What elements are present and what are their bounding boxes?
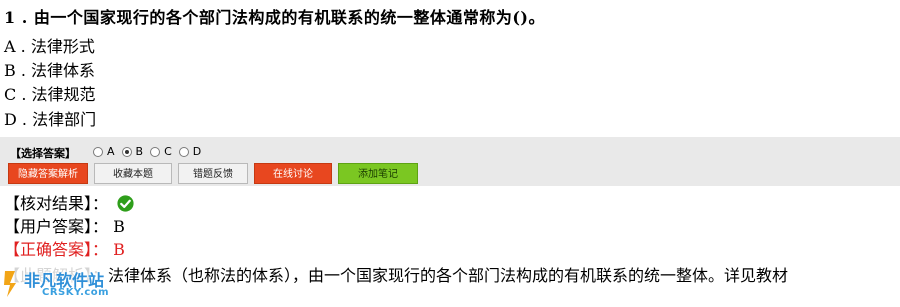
question-number: 1 .: [4, 8, 28, 27]
option-letter: C .: [4, 85, 27, 104]
radio-option-a[interactable]: A: [93, 145, 115, 158]
radio-circle[interactable]: [93, 146, 103, 157]
favorite-button[interactable]: 收藏本题: [94, 163, 172, 184]
option-letter: B .: [4, 61, 26, 80]
user-answer-value: B: [113, 217, 125, 236]
correct-answer-value: B: [113, 240, 125, 259]
feedback-button[interactable]: 错题反馈: [178, 163, 248, 184]
check-result-label: 【核对结果】：: [4, 194, 109, 213]
option-text: 法律体系: [31, 61, 96, 80]
radio-circle-checked[interactable]: [121, 146, 132, 157]
add-note-button[interactable]: 添加笔记: [338, 163, 418, 184]
option-letter: A .: [4, 37, 26, 56]
radio-circle[interactable]: [150, 146, 161, 157]
correct-answer-label: 【正确答案】：: [4, 240, 109, 259]
radio-circle[interactable]: [178, 146, 189, 157]
answer-radio-group: A B C D: [93, 145, 208, 158]
user-answer-row: 【用户答案】： B: [4, 213, 125, 237]
watermark-sub-text: CRSKY.com: [42, 287, 110, 298]
check-correct-icon: [117, 195, 134, 212]
watermark-logo-icon: [4, 271, 16, 297]
option-c: C . 法律规范: [4, 81, 96, 105]
discuss-button[interactable]: 在线讨论: [254, 163, 332, 184]
correct-answer-row: 【正确答案】： B: [4, 236, 125, 260]
question-text: 由一个国家现行的各个部门法构成的有机联系的统一整体通常称为()。: [33, 8, 546, 27]
radio-label: D: [192, 145, 202, 158]
option-d: D . 法律部门: [4, 106, 96, 130]
radio-label: B: [135, 145, 144, 158]
answer-panel-label: 【选择答案】: [10, 147, 76, 160]
action-button-row: 隐藏答案解析 收藏本题 错题反馈 在线讨论 添加笔记: [8, 163, 424, 184]
check-result-row: 【核对结果】：: [4, 190, 134, 214]
option-text: 法律规范: [31, 85, 96, 104]
radio-option-c[interactable]: C: [150, 145, 172, 158]
option-text: 法律部门: [32, 110, 97, 129]
radio-option-b[interactable]: B: [121, 145, 144, 158]
user-answer-label: 【用户答案】：: [4, 217, 109, 236]
option-letter: D .: [4, 110, 27, 129]
radio-label: A: [107, 145, 115, 158]
site-watermark: 非凡软件站 CRSKY.com: [2, 265, 142, 305]
analysis-text: 法律体系（也称法的体系），由一个国家现行的各个部门法构成的有机联系的统一整体。详…: [108, 266, 789, 285]
option-b: B . 法律体系: [4, 57, 95, 81]
radio-label: C: [164, 145, 172, 158]
option-text: 法律形式: [30, 37, 95, 56]
option-a: A . 法律形式: [4, 33, 95, 57]
radio-option-d[interactable]: D: [178, 145, 202, 158]
question-title: 1 . 由一个国家现行的各个部门法构成的有机联系的统一整体通常称为()。: [4, 4, 545, 28]
hide-analysis-button[interactable]: 隐藏答案解析: [8, 163, 88, 184]
